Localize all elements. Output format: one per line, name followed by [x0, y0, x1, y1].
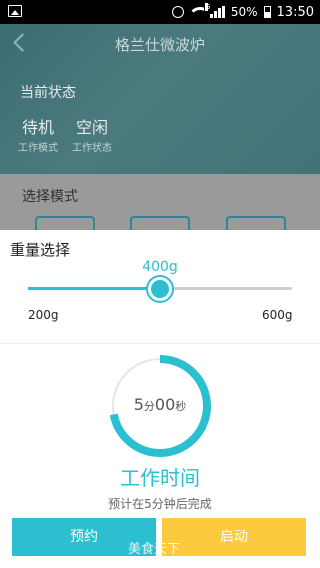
battery-icon [263, 6, 271, 18]
status-bar: G 50% 13:50 [0, 0, 320, 24]
state-work-mode: 待机 工作模式 [18, 114, 58, 154]
clock: 13:50 [276, 4, 314, 20]
nav-bar: 格兰仕微波炉 [0, 24, 320, 64]
page-title: 格兰仕微波炉 [114, 36, 205, 54]
minute-unit: 分 [143, 400, 155, 413]
alarm-icon [171, 6, 184, 18]
slider-thumb[interactable] [148, 277, 172, 301]
wifi-icon [189, 7, 204, 17]
state-value: 空闲 [75, 118, 108, 137]
mode-panel: 选择模式 [0, 174, 320, 236]
signal-icon: G [204, 3, 225, 18]
device-screen-background: 格兰仕微波炉 当前状态 待机 工作模式 空闲 工作状态 选择模式 [0, 24, 320, 236]
current-status-title: 当前状态 [20, 85, 76, 101]
work-time-label: 工作时间 [120, 466, 200, 490]
timer-readout: 5分00秒 [106, 395, 214, 414]
battery-percent: 50% [230, 5, 258, 19]
second-unit: 秒 [175, 400, 187, 413]
image-icon [8, 5, 22, 17]
weight-sheet: 重量选择 400g 200g 600g 5分00秒 工作时间 预计在5分钟后完成… [0, 230, 320, 568]
timer-minutes: 5 [133, 395, 144, 414]
weight-max-label: 600g [262, 308, 293, 322]
state-label: 工作模式 [18, 143, 58, 154]
divider [0, 343, 320, 344]
mode-section-title: 选择模式 [22, 189, 78, 205]
slider-fill [28, 287, 160, 290]
weight-value: 400g [142, 259, 178, 275]
state-label: 工作状态 [72, 143, 112, 154]
eta-text: 预计在5分钟后完成 [108, 497, 212, 511]
timer-seconds: 00 [154, 395, 176, 414]
weight-min-label: 200g [28, 308, 59, 322]
network-type: G [204, 3, 211, 11]
weight-slider[interactable] [28, 277, 292, 301]
start-button[interactable]: 启动 [162, 518, 306, 556]
state-value: 待机 [21, 118, 54, 137]
weight-title: 重量选择 [10, 241, 71, 259]
state-work-status: 空闲 工作状态 [72, 114, 112, 154]
watermark: 美食天下 [128, 542, 181, 557]
